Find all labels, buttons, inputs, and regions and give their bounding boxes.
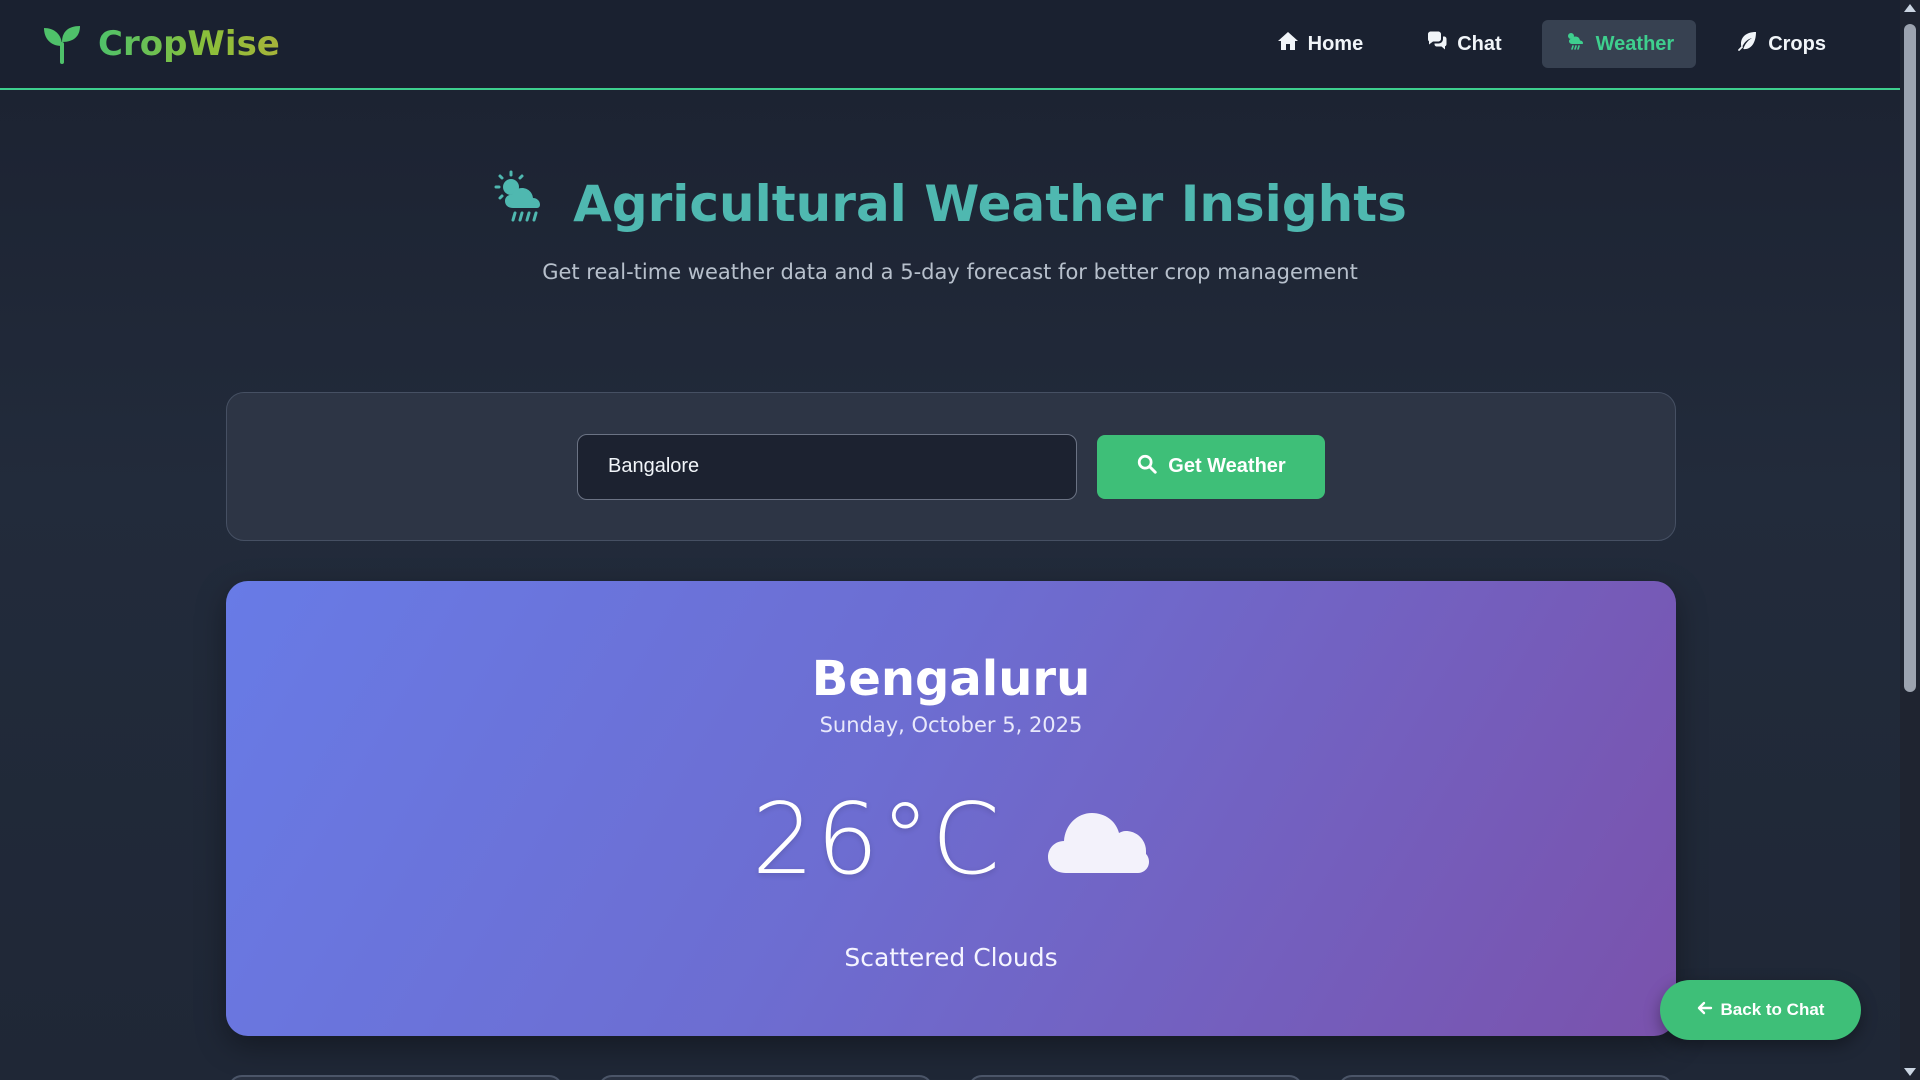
nav-links: Home Chat Weather Crops [1254, 20, 1848, 68]
scroll-down-arrow-icon[interactable] [1904, 1068, 1916, 1076]
brand-name: CropWise [98, 24, 280, 64]
scroll-up-arrow-icon[interactable] [1904, 4, 1916, 12]
temperature: 26°C [751, 783, 1003, 897]
nav-link-label: Crops [1768, 32, 1826, 55]
weather-date: Sunday, October 5, 2025 [819, 713, 1083, 737]
forecast-card [598, 1075, 933, 1080]
forecast-card [1338, 1075, 1673, 1080]
city-name: Bengaluru [811, 651, 1091, 707]
cloud-sun-rain-icon [1564, 29, 1588, 59]
comments-icon [1425, 29, 1449, 59]
page-subtitle: Get real-time weather data and a 5-day f… [542, 260, 1358, 284]
nav-link-crops[interactable]: Crops [1714, 20, 1848, 68]
forecast-card [968, 1075, 1303, 1080]
scrollbar[interactable] [1900, 0, 1920, 1080]
weather-condition: Scattered Clouds [844, 943, 1058, 972]
nav-link-chat[interactable]: Chat [1403, 20, 1523, 68]
temperature-row: 26°C [226, 783, 1676, 897]
nav-link-label: Weather [1595, 32, 1675, 55]
home-icon [1276, 29, 1300, 59]
search-icon [1136, 453, 1158, 481]
leaf-icon [1736, 29, 1760, 59]
hero: Agricultural Weather Insights Get real-t… [0, 170, 1900, 284]
nav-link-home[interactable]: Home [1254, 20, 1386, 68]
get-weather-label: Get Weather [1168, 455, 1286, 477]
scrollbar-thumb[interactable] [1904, 24, 1916, 692]
back-to-chat-label: Back to Chat [1720, 1000, 1825, 1019]
back-to-chat-button[interactable]: Back to Chat [1660, 980, 1861, 1040]
seedling-icon [40, 22, 84, 66]
forecast-card [228, 1075, 563, 1080]
city-input[interactable] [577, 433, 1077, 500]
brand[interactable]: CropWise [40, 22, 280, 66]
current-weather-card: Bengaluru Sunday, October 5, 2025 26°C S… [226, 581, 1676, 1036]
nav-link-weather[interactable]: Weather [1541, 20, 1697, 68]
nav-link-label: Home [1307, 32, 1364, 55]
page-title-text: Agricultural Weather Insights [573, 175, 1407, 233]
navbar: CropWise Home Chat Weather Crops [0, 0, 1900, 90]
cloud-icon [1046, 801, 1150, 880]
search-panel: Get Weather [226, 392, 1676, 541]
page-title: Agricultural Weather Insights [493, 170, 1407, 238]
arrow-left-icon [1697, 1000, 1713, 1021]
cloud-sun-rain-icon [493, 170, 555, 238]
nav-link-label: Chat [1457, 32, 1502, 55]
get-weather-button[interactable]: Get Weather [1097, 434, 1325, 499]
